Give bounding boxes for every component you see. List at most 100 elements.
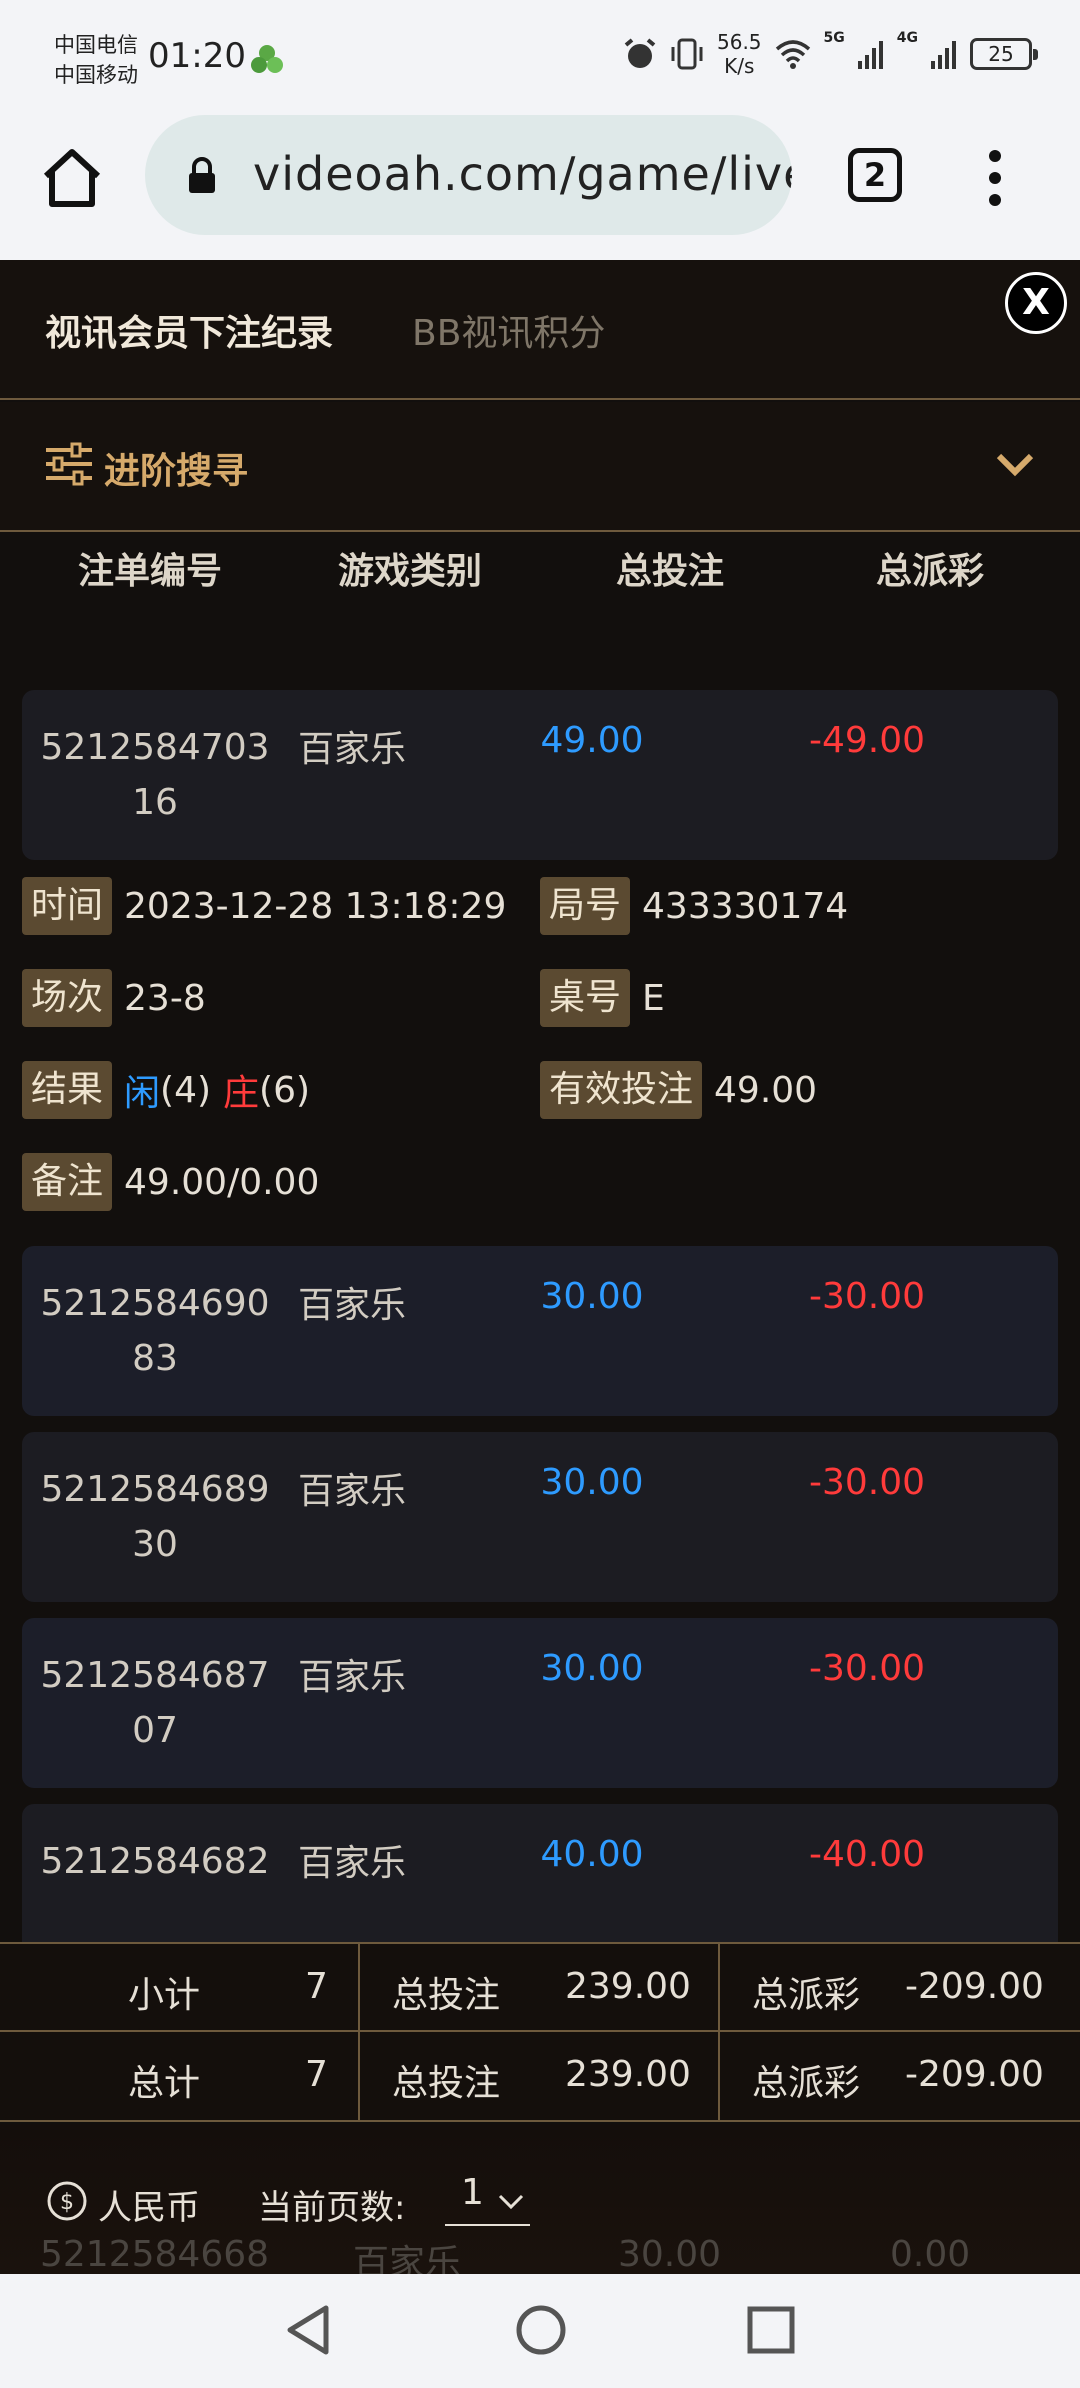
home-icon[interactable] [40,146,104,210]
total-bet: 30.00 [540,1462,644,1503]
detail-time: 时间 2023-12-28 13:18:29 [22,876,506,936]
total-bet-label: 总投注 [392,2063,501,2104]
signal-4g-label: 4G [896,30,918,46]
bet-record-panel: 视讯会员下注纪录 BB视讯积分 X 进阶搜寻 注单编号 游戏类别 总投注 总派彩… [0,260,1080,2274]
valid-bet-value: 49.00 [714,1069,818,1111]
ghost-payout: 0.00 [890,2234,971,2274]
back-icon[interactable] [282,2302,334,2358]
page-select[interactable]: 1 [445,2172,530,2226]
total-payout: -30.00 [808,1648,926,1689]
result-player-points: (4) [160,1069,212,1111]
detail-valid-bet: 有效投注 49.00 [540,1060,817,1120]
table-header: 注单编号 游戏类别 总投注 总派彩 [0,542,1080,602]
wifi-icon [775,40,810,69]
table-row[interactable]: 5212584703 16 百家乐 49.00 -49.00 [22,690,1058,860]
url-text[interactable]: videoah.com/game/live [253,147,792,201]
signal-4g-icon [931,41,956,69]
table-row[interactable]: 5212584689 30 百家乐 30.00 -30.00 [22,1432,1058,1602]
subtotal-row: 小计 7 总投注 239.00 总派彩 -209.00 [0,1944,1080,2032]
round-value: 433330174 [642,885,849,927]
pagination-footer: $ 人民币 当前页数: 1 5212584668 百家乐 30.00 0.00 [0,2124,1080,2274]
home-nav-icon[interactable] [513,2302,569,2358]
col-header-bet-id: 注单编号 [77,551,222,592]
total-payout-value: -209.00 [905,2054,1044,2095]
advanced-search-toggle[interactable]: 进阶搜寻 [0,402,1080,532]
address-bar[interactable]: videoah.com/game/live [145,115,792,235]
subtotal-bet-label: 总投注 [392,1975,501,2016]
game-type: 百家乐 [297,1471,406,1512]
total-payout: -30.00 [808,1276,926,1317]
game-type: 百家乐 [297,1843,406,1884]
subtotal-bet-value: 239.00 [565,1966,691,2007]
table-row[interactable]: 5212584687 07 百家乐 30.00 -30.00 [22,1618,1058,1788]
total-bet-value: 239.00 [565,2054,691,2095]
recents-icon[interactable] [745,2302,797,2358]
vibrate-icon [671,38,703,70]
round-tag: 局号 [540,877,631,935]
clock: 01:20 [148,36,246,76]
total-payout-label: 总派彩 [752,2063,861,2104]
col-header-total-payout: 总派彩 [875,551,984,592]
alarm-icon [624,38,656,68]
bet-record-list: 5212584703 16 百家乐 49.00 -49.00 时间 2023-1… [22,690,1058,1990]
result-tag: 结果 [22,1061,113,1119]
remark-tag: 备注 [22,1153,113,1211]
session-value: 23-8 [124,977,206,1019]
ghost-game: 百家乐 [353,2243,462,2274]
filter-sliders-icon [46,442,92,486]
detail-table: 桌号 E [540,968,665,1028]
subtotal-label: 小计 [128,1975,201,2016]
tab-bb-video-points[interactable]: BB视讯积分 [412,304,605,356]
status-bar: 中国电信 中国移动 01:20 56.5 K/s 5G 4G 25 [0,0,1080,110]
table-row[interactable]: 5212584690 83 百家乐 30.00 -30.00 [22,1246,1058,1416]
currency-icon: $ [47,2181,87,2221]
tab-switcher-button[interactable]: 2 [848,148,902,202]
bet-id-line2: 16 [132,782,178,823]
browser-toolbar: videoah.com/game/live 2 [0,110,1080,260]
system-nav-bar [0,2274,1080,2388]
detail-remark: 备注 49.00/0.00 [22,1152,319,1212]
total-payout: -30.00 [808,1462,926,1503]
carrier-info: 中国电信 中国移动 [54,30,138,90]
net-speed-value: 56.5 [717,30,762,54]
subtotal-count: 7 [305,1966,328,2007]
subtotal-payout-value: -209.00 [905,1966,1044,2007]
net-speed: 56.5 K/s [717,30,762,78]
remark-value: 49.00/0.00 [124,1161,320,1203]
valid-bet-tag: 有效投注 [540,1061,703,1119]
result-player: 闲 [124,1073,161,1114]
signal-5g-icon [857,41,883,69]
status-icons: 56.5 K/s 5G 4G 25 [623,30,1038,78]
carrier-2: 中国移动 [54,63,138,87]
table-value: E [642,977,665,1019]
detail-result: 结果 闲 (4) 庄 (6) [22,1060,310,1120]
currency-label[interactable]: 人民币 [98,2180,200,2229]
result-banker-points: (6) [259,1069,311,1111]
total-label: 总计 [128,2063,201,2104]
bet-id-line2: 30 [132,1524,178,1565]
total-count: 7 [305,2054,328,2095]
battery-icon: 25 [970,38,1038,70]
col-header-game-type: 游戏类别 [337,551,482,592]
game-type: 百家乐 [297,1657,406,1698]
time-value: 2023-12-28 13:18:29 [124,885,507,927]
lock-icon [189,157,215,193]
net-speed-unit: K/s [724,54,755,78]
bet-detail-panel: 时间 2023-12-28 13:18:29 局号 433330174 场次 2… [22,876,1058,1246]
clover-icon [251,45,283,73]
bet-id-line2: 07 [132,1710,178,1751]
total-bet: 49.00 [540,720,644,761]
ghost-bet: 30.00 [618,2234,722,2274]
carrier-1: 中国电信 [54,33,138,57]
total-bet: 30.00 [540,1648,644,1689]
summary-bar: 小计 7 总投注 239.00 总派彩 -209.00 总计 7 总投注 239… [0,1942,1080,2122]
more-menu-icon[interactable] [980,146,1010,210]
total-payout: -40.00 [808,1834,926,1875]
subtotal-payout-label: 总派彩 [752,1975,861,2016]
total-bet: 40.00 [540,1834,644,1875]
game-type: 百家乐 [297,729,406,770]
list-item-faded: 5212584668 百家乐 30.00 0.00 [0,2234,1080,2274]
tab-video-bet-records[interactable]: 视讯会员下注纪录 [45,304,333,356]
close-button[interactable]: X [1005,272,1067,334]
svg-text:$: $ [60,2190,74,2215]
